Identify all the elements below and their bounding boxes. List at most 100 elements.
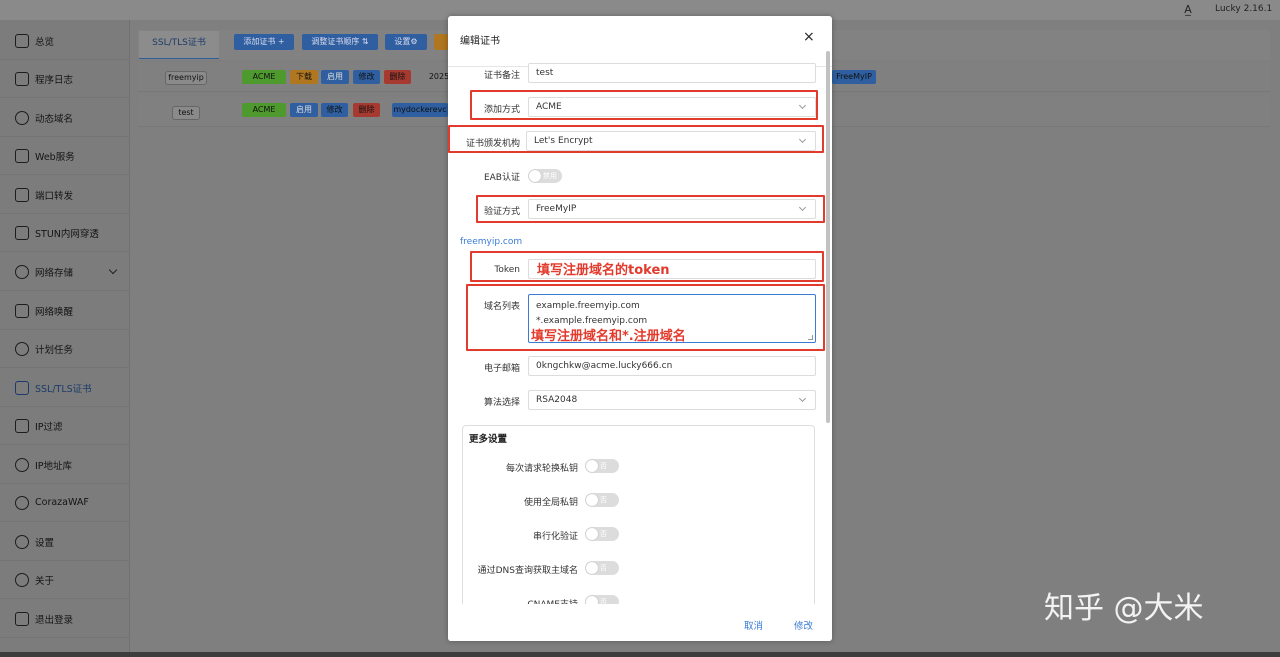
highlight-method [470, 90, 818, 120]
enable-toggle[interactable]: 启用 [290, 103, 318, 117]
token-annotation: 填写注册域名的token [537, 263, 670, 278]
edit-cert-modal: 编辑证书 × 证书备注 test 添加方式 ACME 证书颁发机构 Let's … [448, 16, 832, 641]
eab-label: EAB认证 [483, 173, 520, 183]
port-forward-icon [15, 187, 29, 202]
sidebar-item-logout[interactable]: 退出登录 [0, 600, 130, 638]
bell-icon [15, 303, 29, 318]
toggle-text: 禁用 [543, 172, 557, 180]
log-icon [15, 71, 29, 86]
filter-icon [15, 418, 29, 433]
stun-icon [15, 225, 29, 240]
bottom-strip [0, 652, 1280, 657]
sidebar-item-label: 退出登录 [35, 614, 74, 626]
sidebar-item-label: IP过滤 [35, 421, 63, 433]
rotate-key-label: 每次请求轮换私钥 [505, 464, 578, 474]
shield-icon [15, 495, 29, 510]
sidebar-item-label: 设置 [35, 537, 55, 549]
highlight-verify [476, 195, 825, 223]
modal-footer [448, 604, 832, 641]
sidebar-item-ip-db[interactable]: IP地址库 [0, 446, 130, 484]
chevron-down-icon [108, 265, 118, 275]
sidebar-item-label: 网络唤醒 [35, 306, 74, 318]
dns-main-domain-label: 通过DNS查询获取主域名 [477, 566, 578, 576]
remark-label: 证书备注 [483, 71, 520, 81]
algo-select[interactable]: RSA2048 [528, 390, 816, 410]
add-cert-button[interactable]: 添加证书 + [234, 34, 294, 50]
close-icon[interactable]: × [803, 30, 815, 44]
acme-tag: ACME [242, 103, 286, 117]
serial-verify-label: 串行化验证 [532, 532, 578, 542]
email-input[interactable]: 0kngchkw@acme.lucky666.cn [528, 356, 816, 376]
sidebar-item-label: STUN内网穿透 [35, 228, 99, 240]
delete-button[interactable]: 删除 [353, 103, 380, 117]
sidebar-item-waf[interactable]: CorazaWAF [0, 484, 130, 522]
provider-tag: FreeMyIP [832, 70, 876, 84]
reorder-button[interactable]: 调整证书顺序 ⇅ [302, 34, 378, 50]
toggle-knob [586, 494, 598, 506]
sidebar-item-ssl[interactable]: SSL/TLS证书 [0, 369, 130, 407]
translate-icon[interactable]: A̲ [1181, 3, 1195, 17]
sidebar-item-label: 计划任务 [35, 344, 74, 356]
cloud-icon [15, 264, 29, 279]
serial-verify-toggle[interactable]: 否 [585, 527, 619, 541]
remark-input[interactable]: test [528, 63, 816, 83]
globe-icon [15, 110, 29, 125]
settings-button[interactable]: 设置⚙ [385, 34, 427, 50]
cert-name: freemyip [165, 71, 207, 85]
sidebar-item-label: 网络存储 [35, 267, 74, 279]
acme-tag: ACME [242, 70, 286, 84]
cancel-button[interactable]: 取消 [744, 618, 763, 632]
extra-button[interactable] [434, 34, 448, 50]
toggle-text: 否 [600, 496, 607, 504]
watermark: 知乎 @大米 [1044, 591, 1204, 626]
sidebar-item-ip-filter[interactable]: IP过滤 [0, 407, 130, 445]
sidebar-item-schedule[interactable]: 计划任务 [0, 330, 130, 368]
clock-icon [15, 341, 29, 356]
tab-ssl[interactable]: SSL/TLS证书 [139, 31, 219, 59]
certificate-icon [15, 380, 29, 395]
highlight-ca [448, 125, 824, 153]
domain-tag: mydockerevc [392, 103, 448, 117]
sidebar-item-settings[interactable]: 设置 [0, 523, 130, 561]
sidebar-item-port-forward[interactable]: 端口转发 [0, 176, 130, 214]
global-key-label: 使用全局私钥 [523, 498, 578, 508]
sidebar-item-overview[interactable]: 总览 [0, 22, 130, 60]
modal-title: 编辑证书 [460, 36, 500, 47]
sidebar-item-label: 动态域名 [35, 113, 74, 125]
app-version: Lucky 2.16.1 [1215, 4, 1273, 14]
edit-button[interactable]: 修改 [321, 103, 348, 117]
dns-main-domain-toggle[interactable]: 否 [585, 561, 619, 575]
sidebar-item-wol[interactable]: 网络唤醒 [0, 292, 130, 330]
toggle-text: 否 [600, 462, 607, 470]
global-key-toggle[interactable]: 否 [585, 493, 619, 507]
eab-toggle[interactable]: 禁用 [528, 169, 562, 183]
cert-date: 2025 [428, 72, 450, 81]
sidebar-item-stun[interactable]: STUN内网穿透 [0, 214, 130, 252]
sidebar-item-label: 关于 [35, 575, 55, 587]
sidebar-item-web[interactable]: Web服务 [0, 137, 130, 175]
provider-link[interactable]: freemyip.com [460, 237, 522, 247]
scrollbar[interactable] [826, 51, 830, 423]
sidebar-item-logs[interactable]: 程序日志 [0, 60, 130, 98]
download-button[interactable]: 下载 [290, 70, 318, 84]
toggle-knob [586, 460, 598, 472]
sidebar-item-about[interactable]: 关于 [0, 561, 130, 599]
chevron-down-icon [798, 394, 807, 403]
sidebar-item-label: 端口转发 [35, 190, 74, 202]
algo-label: 算法选择 [483, 398, 520, 408]
delete-button[interactable]: 删除 [384, 70, 411, 84]
web-icon [15, 148, 29, 163]
algo-value: RSA2048 [536, 395, 578, 405]
edit-button[interactable]: 修改 [353, 70, 380, 84]
rotate-key-toggle[interactable]: 否 [585, 459, 619, 473]
logout-icon [15, 611, 29, 626]
enable-toggle[interactable]: 启用 [321, 70, 349, 84]
email-label: 电子邮箱 [483, 364, 520, 374]
sidebar: 总览 程序日志 动态域名 Web服务 端口转发 STUN内网穿透 网络存储 网络… [0, 20, 130, 657]
sidebar-item-ddns[interactable]: 动态域名 [0, 99, 130, 137]
sidebar-item-label: 程序日志 [35, 74, 74, 86]
cert-name: test [172, 106, 200, 120]
sidebar-item-storage[interactable]: 网络存储 [0, 253, 130, 291]
toggle-text: 否 [600, 564, 607, 572]
confirm-button[interactable]: 修改 [794, 618, 813, 632]
